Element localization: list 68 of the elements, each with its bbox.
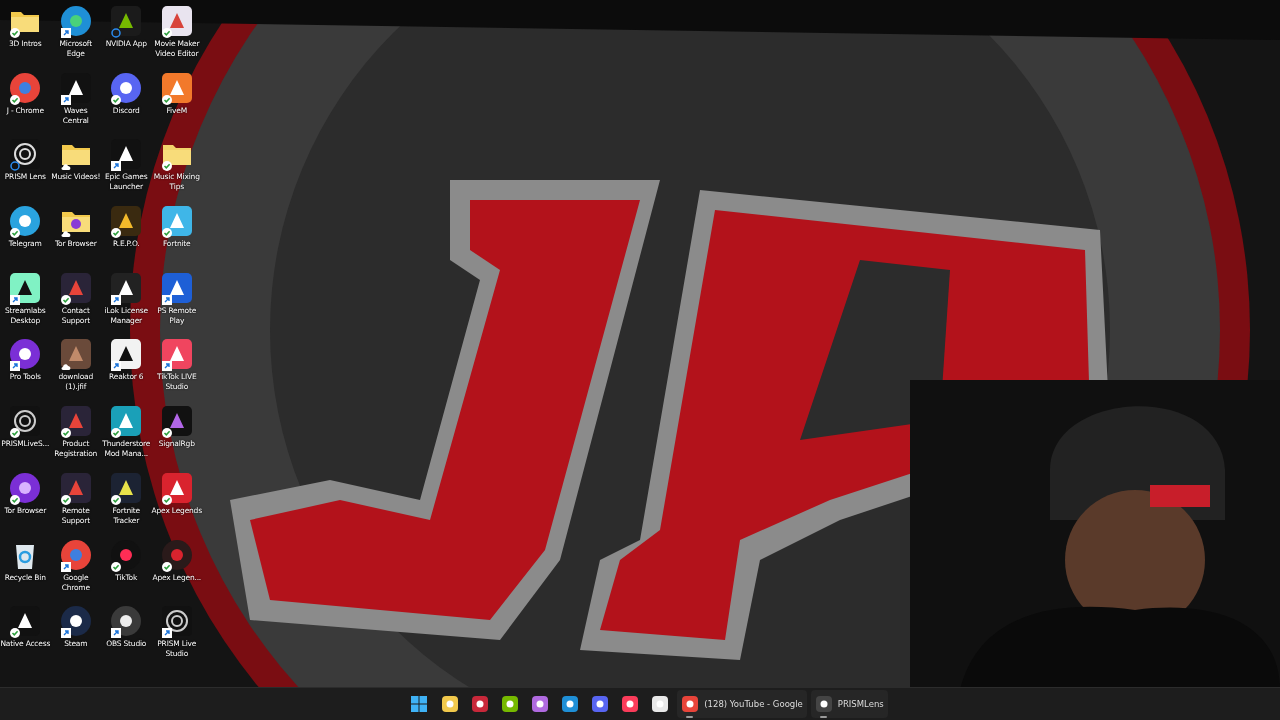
shortcut-arrow-icon [161, 294, 172, 305]
shortcut-arrow-icon [60, 561, 71, 572]
check-icon [60, 494, 71, 505]
app-icon [110, 5, 143, 37]
shortcut-arrow-icon [111, 294, 122, 305]
app-icon [110, 71, 143, 104]
taskbar-button[interactable]: (128) YouTube - Google [677, 690, 807, 718]
check-icon [111, 428, 122, 439]
check-icon [161, 228, 172, 239]
shortcut-arrow-icon [111, 161, 122, 172]
check-icon [161, 28, 172, 38]
shortcut-arrow-icon [60, 28, 71, 38]
shortcut-arrow-icon [60, 628, 71, 639]
app-icon [561, 695, 580, 713]
check-icon [10, 628, 21, 639]
shortcut-arrow-icon [161, 628, 172, 639]
app-icon [441, 695, 460, 713]
check-icon [10, 494, 21, 505]
app-icon [9, 471, 42, 504]
check-icon [10, 228, 21, 239]
app-icon [160, 538, 193, 571]
check-icon [10, 94, 21, 105]
app-icon [59, 338, 92, 371]
sync-icon [10, 161, 21, 172]
app-icon [9, 205, 42, 238]
app-icon [531, 695, 550, 713]
check-icon [10, 428, 21, 439]
sync-icon [111, 28, 122, 38]
running-indicator [819, 716, 827, 718]
app-icon [110, 605, 143, 638]
check-icon [111, 494, 122, 505]
app-icon [501, 695, 520, 713]
app-icon [59, 605, 92, 638]
check-icon [60, 428, 71, 439]
shortcut-arrow-icon [60, 94, 71, 105]
taskbar-button[interactable]: PRISMLens [810, 690, 888, 718]
check-icon [111, 561, 122, 572]
app-icon [59, 5, 92, 37]
app-icon [651, 695, 670, 713]
app-icon [9, 338, 42, 371]
check-icon [60, 294, 71, 305]
app-icon [9, 71, 42, 104]
shortcut-arrow-icon [10, 361, 21, 372]
check-icon [161, 561, 172, 572]
cloud-icon [60, 228, 71, 239]
check-icon [161, 494, 172, 505]
app-icon [591, 695, 610, 713]
cloud-icon [60, 361, 71, 372]
app-icon [471, 695, 490, 713]
app-icon [621, 695, 640, 713]
app-icon [814, 695, 833, 713]
check-icon [111, 94, 122, 105]
app-icon [110, 405, 143, 438]
check-icon [161, 94, 172, 105]
check-icon [111, 228, 122, 239]
app-icon [59, 538, 92, 571]
app-icon [681, 695, 700, 713]
shortcut-arrow-icon [10, 294, 21, 305]
windows-icon [411, 696, 428, 712]
shortcut-arrow-icon [111, 361, 122, 372]
cloud-icon [60, 161, 71, 172]
running-indicator [686, 716, 694, 718]
check-icon [161, 428, 172, 439]
check-icon [10, 28, 21, 38]
shortcut-arrow-icon [161, 361, 172, 372]
app-icon [110, 205, 143, 238]
check-icon [161, 161, 172, 172]
shortcut-arrow-icon [111, 628, 122, 639]
